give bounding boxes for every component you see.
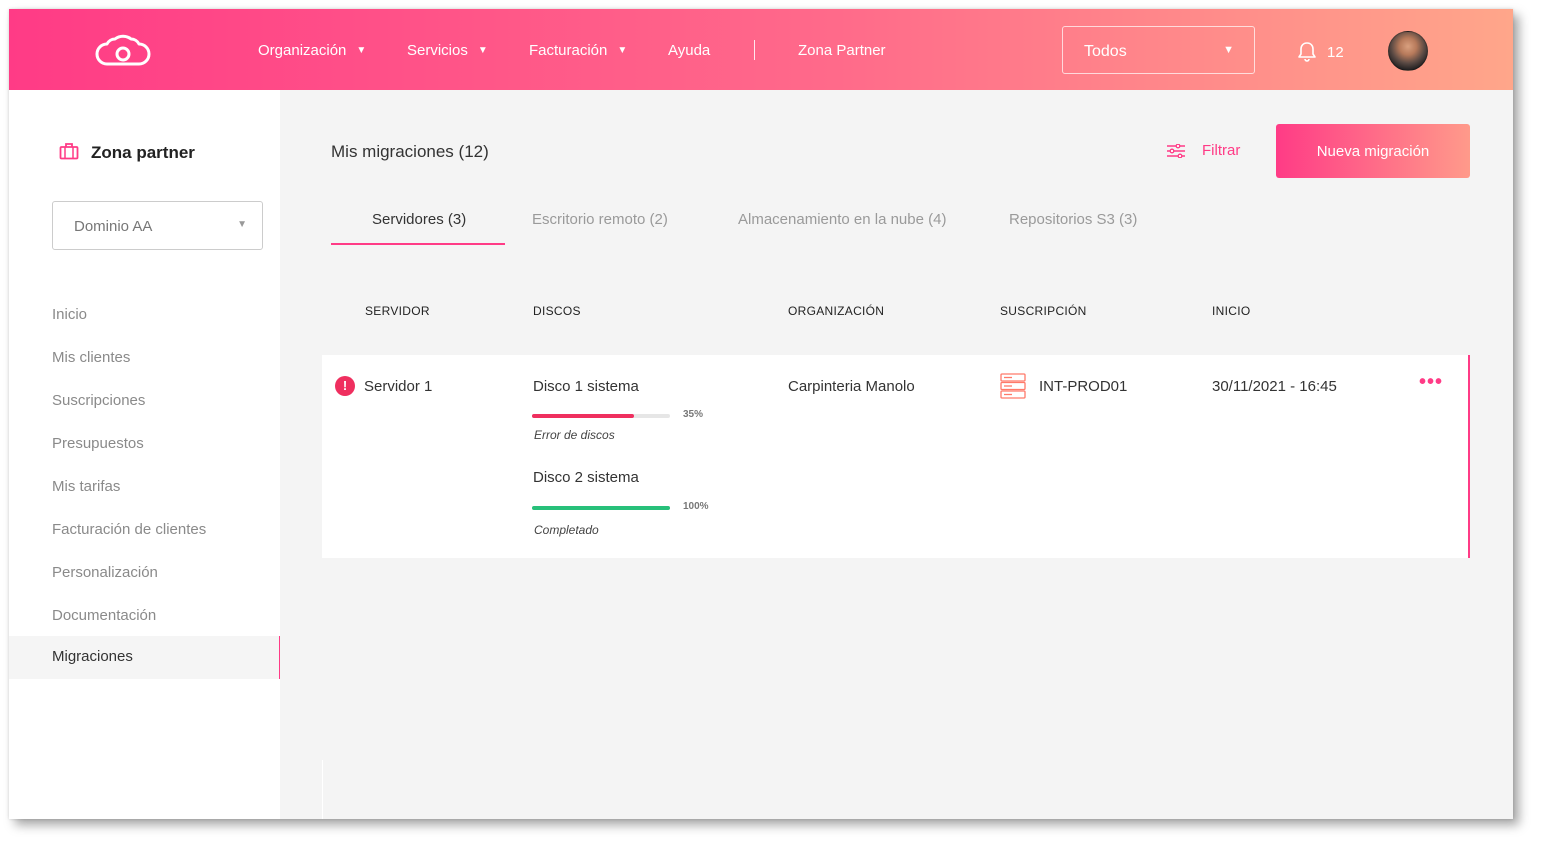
column-header-inicio: INICIO (1212, 304, 1251, 318)
domain-select[interactable]: Dominio AA ▼ (52, 201, 263, 250)
sidebar-item-migraciones[interactable]: Migraciones (9, 636, 280, 679)
caret-down-icon: ▼ (477, 45, 488, 56)
disk-status: Completado (534, 523, 599, 537)
cloud-logo-icon[interactable] (93, 33, 153, 67)
organization-select[interactable]: Todos ▼ (1062, 26, 1255, 74)
sidebar-item-mis-tarifas[interactable]: Mis tarifas (9, 466, 280, 509)
tab-almacenamiento-nube[interactable]: Almacenamiento en la nube (4) (738, 211, 946, 228)
server-icon (1000, 373, 1026, 399)
scroll-edge (322, 760, 323, 819)
start-date-cell: 30/11/2021 - 16:45 (1212, 378, 1337, 395)
nav-label: Ayuda (668, 42, 711, 59)
disk-name: Disco 2 sistema (533, 469, 639, 486)
column-header-discos: DISCOS (533, 304, 581, 318)
sidebar-item-mis-clientes[interactable]: Mis clientes (9, 337, 280, 380)
organization-cell: Carpinteria Manolo (788, 378, 915, 395)
disk-progress-fill (532, 414, 635, 418)
column-header-organizacion: ORGANIZACIÓN (788, 304, 885, 318)
disk-name: Disco 1 sistema (533, 378, 639, 395)
sidebar-item-documentacion[interactable]: Documentación (9, 595, 280, 638)
page-title: Mis migraciones (12) (331, 142, 489, 161)
server-name[interactable]: Servidor 1 (364, 378, 432, 395)
nav-label: Servicios (407, 42, 468, 59)
sidebar-title: Zona partner (91, 143, 195, 162)
tab-repositorios-s3[interactable]: Repositorios S3 (3) (1009, 211, 1137, 228)
sidebar-item-facturacion-clientes[interactable]: Facturación de clientes (9, 509, 280, 552)
sidebar-item-inicio[interactable]: Inicio (9, 294, 280, 337)
caret-down-icon: ▼ (1223, 44, 1234, 56)
nav-ayuda[interactable]: Ayuda (668, 42, 710, 59)
disk-progress-percent: 35% (683, 409, 704, 420)
tab-escritorio-remoto[interactable]: Escritorio remoto (2) (532, 211, 668, 228)
active-tab-indicator (331, 243, 505, 245)
more-icon[interactable]: ••• (1419, 372, 1443, 392)
nav-organizacion[interactable]: Organización ▼ (258, 42, 366, 59)
disk-status: Error de discos (534, 428, 615, 442)
app-window: Organización ▼ Servicios ▼ Facturación ▼ Ay… (9, 9, 1513, 819)
disk-progress-bar (532, 506, 670, 510)
caret-down-icon: ▼ (356, 45, 367, 56)
error-icon: ! (335, 376, 355, 396)
nav-facturacion[interactable]: Facturación ▼ (529, 42, 627, 59)
disk-progress-fill (532, 506, 670, 510)
notification-count: 12 (1327, 44, 1344, 61)
nav-label: Organización (258, 42, 347, 59)
nav-divider (754, 40, 755, 60)
disk-progress-percent: 100% (683, 501, 709, 512)
bell-icon[interactable] (1297, 41, 1317, 63)
sidebar: Zona partner Dominio AA ▼ Inicio Mis cli… (9, 90, 280, 819)
select-value: Todos (1084, 43, 1127, 60)
top-navbar: Organización ▼ Servicios ▼ Facturación ▼ Ay… (9, 9, 1513, 90)
new-migration-button[interactable]: Nueva migración (1276, 124, 1470, 178)
sidebar-item-personalizacion[interactable]: Personalización (9, 552, 280, 595)
nav-label: Zona Partner (798, 42, 886, 59)
select-value: Dominio AA (74, 218, 153, 235)
subscription-cell: INT-PROD01 (1039, 378, 1128, 395)
column-header-suscripcion: SUSCRIPCIÓN (1000, 304, 1087, 318)
column-header-servidor: SERVIDOR (365, 304, 430, 318)
nav-label: Facturación (529, 42, 608, 59)
filter-label: Filtrar (1202, 142, 1241, 159)
avatar[interactable] (1388, 31, 1428, 71)
nav-servicios[interactable]: Servicios ▼ (407, 42, 488, 59)
disk-progress-bar (532, 414, 670, 418)
filter-button[interactable]: Filtrar (1166, 142, 1240, 159)
nav-zona-partner[interactable]: Zona Partner (798, 42, 886, 59)
sidebar-item-suscripciones[interactable]: Suscripciones (9, 380, 280, 423)
sidebar-item-presupuestos[interactable]: Presupuestos (9, 423, 280, 466)
caret-down-icon: ▼ (617, 45, 628, 56)
filter-sliders-icon (1167, 143, 1185, 158)
caret-down-icon: ▼ (237, 219, 247, 230)
tab-servidores[interactable]: Servidores (3) (372, 211, 466, 228)
briefcase-icon (59, 143, 79, 160)
